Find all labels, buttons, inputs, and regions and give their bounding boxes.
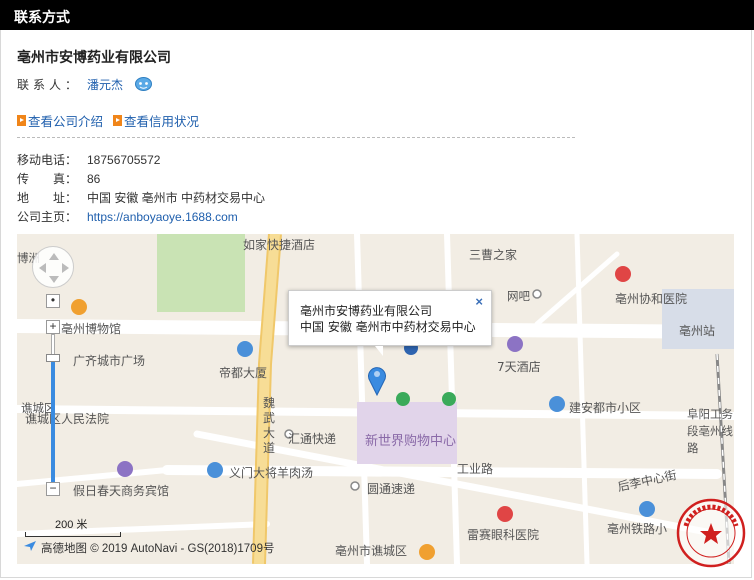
map-label-jianan: 建安都市小区	[569, 401, 642, 415]
mobile-value: 18756705572	[87, 152, 161, 167]
zoom-handle[interactable]	[46, 354, 60, 362]
watermark-stamp	[674, 496, 748, 570]
map-label-qiaocheng: 亳州市谯城区	[335, 544, 408, 558]
divider	[17, 137, 575, 138]
contact-label: 联系人：	[17, 77, 82, 92]
map-label-hospital: 亳州协和医院	[615, 292, 688, 306]
map-label-yangroutang: 义门大将羊肉汤	[229, 466, 314, 480]
fax-value: 86	[87, 171, 101, 186]
popup-tail	[375, 346, 383, 356]
contact-name-link[interactable]: 潘元杰	[87, 76, 123, 93]
scale-bar	[25, 532, 121, 537]
credit-status-label: 查看信用状况	[124, 115, 200, 129]
credit-status-link[interactable]: 查看信用状况	[113, 111, 199, 130]
zoom-level-fill	[51, 360, 55, 482]
mobile-row: 移动电话： 18756705572	[17, 150, 265, 169]
popup-close-button[interactable]: ×	[475, 294, 483, 309]
map-label-museum: 亳州博物馆	[61, 322, 122, 336]
zoom-out-button[interactable]: −	[46, 482, 60, 496]
map-label-mall: 新世界购物中心	[365, 434, 457, 449]
zoom-in-button[interactable]: +	[46, 320, 60, 334]
address-label: 地 址：	[17, 191, 78, 205]
address-value: 中国 安徽 亳州市 中药材交易中心	[87, 191, 266, 205]
map-info-popup: 亳州市安博药业有限公司 中国 安徽 亳州市中药材交易中心 ×	[288, 290, 492, 356]
map-locate-button[interactable]: •	[46, 294, 60, 308]
map-label-dudu: 帝都大厦	[219, 366, 268, 380]
arrow-box-icon	[17, 115, 26, 126]
contact-info: 移动电话： 18756705572 传 真： 86 地 址： 中国 安徽 亳州市…	[17, 150, 265, 226]
scale-label: 200 米	[55, 519, 88, 531]
map-label-huitong: 汇通快递	[288, 432, 337, 446]
company-intro-label: 查看公司介绍	[28, 115, 104, 129]
company-name: 亳州市安博药业有限公司	[17, 50, 171, 66]
map-label-netbar: 网吧	[507, 289, 530, 303]
popup-address: 中国 安徽 亳州市中药材交易中心	[300, 320, 476, 334]
section-title: 联系方式	[14, 10, 70, 26]
fax-label: 传 真：	[17, 172, 78, 186]
company-intro-link[interactable]: 查看公司介绍	[17, 111, 103, 130]
map-label-plaza: 广齐城市广场	[73, 354, 146, 368]
map-label-railway-school: 亳州铁路小	[607, 522, 668, 536]
address-row: 地 址： 中国 安徽 亳州市 中药材交易中心	[17, 188, 265, 207]
popup-company: 亳州市安博药业有限公司	[300, 304, 433, 318]
location-pin-icon[interactable]	[367, 364, 387, 396]
map-label-holiday-hotel: 假日春天商务宾馆	[73, 484, 170, 498]
section-header: 联系方式	[0, 0, 754, 30]
map-label-industry-road: 工业路	[457, 462, 494, 476]
map-label-hotel: 如家快捷酒店	[243, 238, 316, 252]
contact-person-row: 联系人： 潘元杰	[17, 75, 153, 93]
location-map[interactable]: 如家快捷酒店 三曹之家 亳州协和医院 亳州博物馆 广齐城市广场 帝都大厦 7天酒…	[17, 234, 734, 564]
map-label-eye-hospital: 雷赛眼科医院	[467, 528, 540, 542]
map-label-yuantong: 圆通速递	[367, 482, 416, 496]
copyright-text: 高德地图 © 2019 AutoNavi - GS(2018)1709号	[41, 543, 275, 555]
map-zoom-control[interactable]: + −	[46, 320, 60, 496]
mobile-label: 移动电话：	[17, 153, 78, 167]
amap-logo-icon	[23, 541, 37, 554]
map-label-railway-office: 阜阳工务段亳州线路	[687, 407, 733, 455]
homepage-row: 公司主页： https://anboyaoye.1688.com	[17, 207, 265, 226]
map-label-sancao: 三曹之家	[469, 248, 518, 262]
chat-bubble-icon[interactable]	[135, 76, 153, 92]
company-links: 查看公司介绍 查看信用状况	[17, 111, 199, 130]
map-label-weiwu-road: 魏武大道	[263, 396, 276, 455]
arrow-box-icon	[113, 115, 123, 126]
map-label-7days: 7天酒店	[497, 360, 541, 374]
map-label-station: 亳州站	[679, 324, 716, 338]
map-pan-control[interactable]	[32, 246, 74, 288]
homepage-label: 公司主页：	[17, 210, 78, 224]
map-copyright: 高德地图 © 2019 AutoNavi - GS(2018)1709号	[23, 540, 274, 556]
fax-row: 传 真： 86	[17, 169, 265, 188]
homepage-link[interactable]: https://anboyaoye.1688.com	[87, 210, 238, 224]
